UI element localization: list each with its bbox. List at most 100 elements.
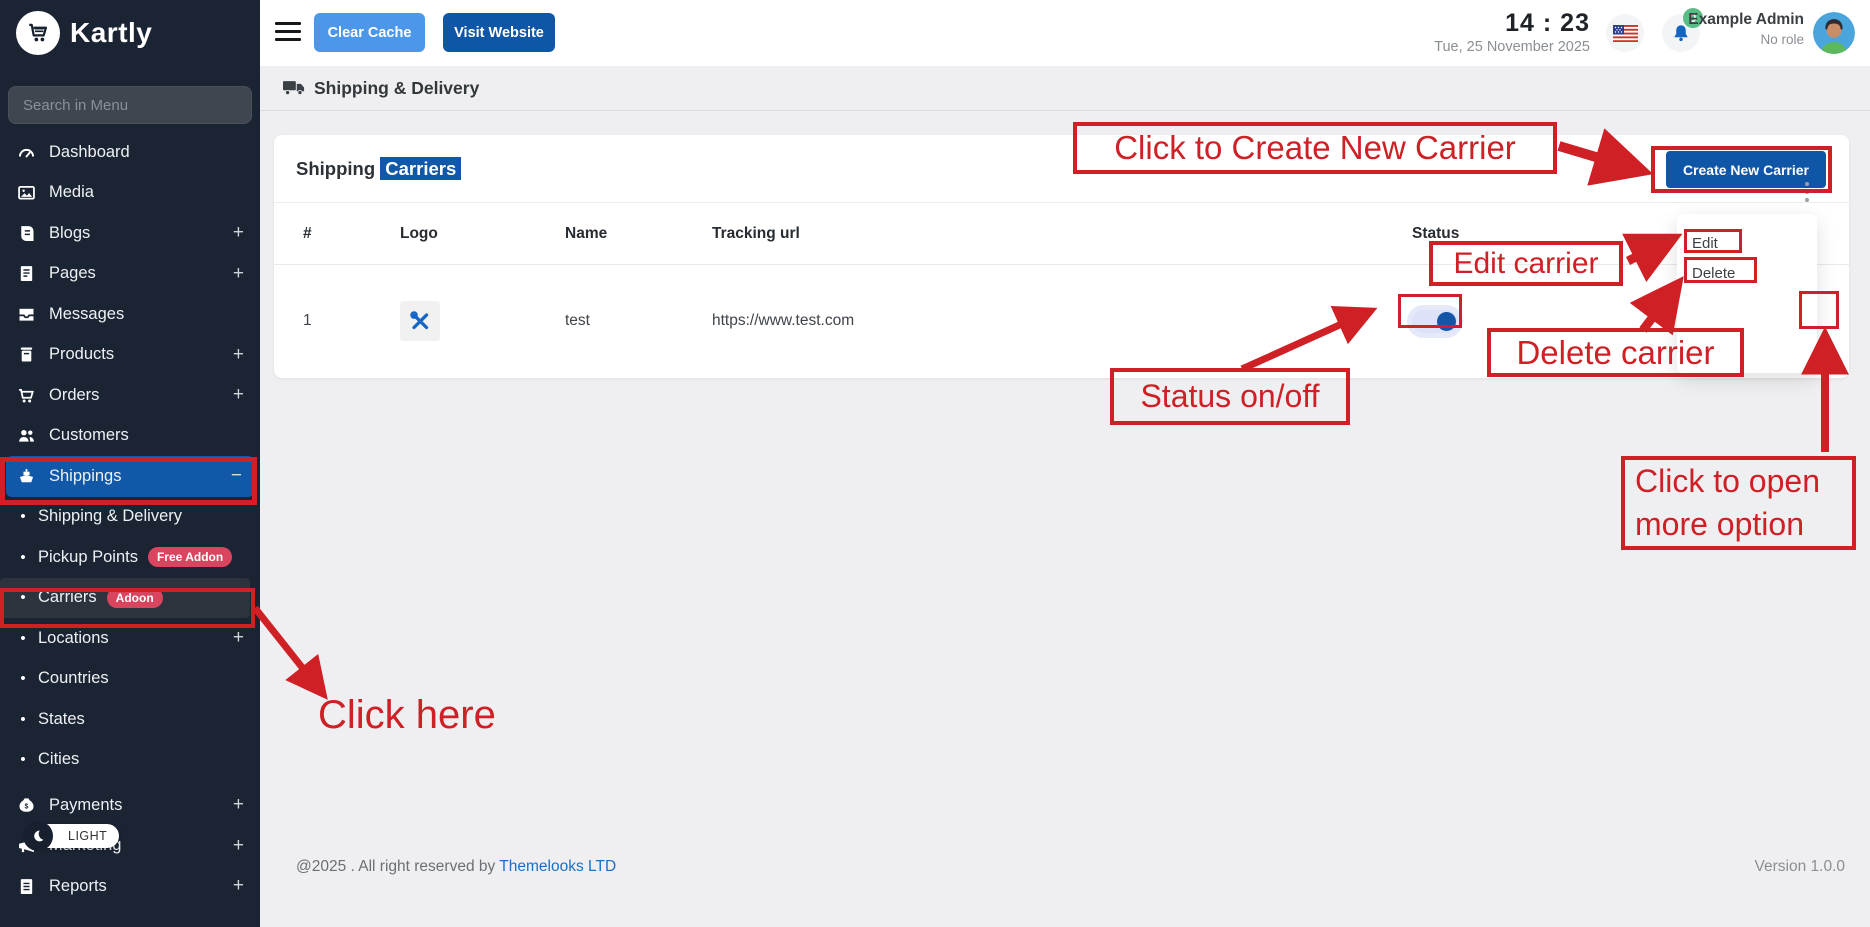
more-options-button[interactable] xyxy=(1798,175,1816,209)
footer: @2025 . All right reserved by Themelooks… xyxy=(296,858,1845,876)
sidebar-item-states[interactable]: • States xyxy=(0,699,260,740)
row-actions-dropdown: EditDelete xyxy=(1677,214,1817,373)
sidebar-item-pickup-points[interactable]: • Pickup Points Free Addon xyxy=(0,537,260,578)
plus-icon[interactable]: + xyxy=(233,222,244,244)
bullet-icon: • xyxy=(16,711,30,728)
carriers-table: #LogoNameTracking urlStatus 1testhttps:/… xyxy=(274,203,1849,377)
row-index: 1 xyxy=(303,312,400,330)
addon-badge: Free Addon xyxy=(148,547,232,567)
sidebar-item-label: Locations xyxy=(38,629,109,648)
sidebar-item-label: Pages xyxy=(49,264,96,283)
sidebar-item-messages[interactable]: Messages xyxy=(0,294,260,335)
sidebar-item-dashboard[interactable]: Dashboard xyxy=(0,132,260,173)
language-selector[interactable] xyxy=(1606,14,1644,52)
sidebar-item-label: Countries xyxy=(38,669,109,688)
plus-icon[interactable]: + xyxy=(233,835,244,857)
sidebar-item-products[interactable]: Products+ xyxy=(0,335,260,376)
bullet-icon: • xyxy=(16,549,30,566)
bullet-icon: • xyxy=(16,630,30,647)
sidebar-item-label: Media xyxy=(49,183,94,202)
sidebar-item-label: Customers xyxy=(49,426,129,445)
clock: 14 : 23 Tue, 25 November 2025 xyxy=(1434,9,1590,55)
sidebar-item-locations[interactable]: • Locations + xyxy=(0,618,260,659)
menu-item-edit[interactable]: Edit xyxy=(1677,228,1817,258)
status-toggle[interactable] xyxy=(1412,310,1458,333)
sidebar-item-shipping-and-delivery[interactable]: • Shipping & Delivery xyxy=(0,497,260,538)
theme-toggle-label: LIGHT xyxy=(68,829,107,843)
time-display: 14 : 23 xyxy=(1434,9,1590,38)
media-icon xyxy=(16,182,37,203)
plus-icon[interactable]: + xyxy=(233,263,244,285)
addon-badge: Adoon xyxy=(107,588,163,608)
tools-icon xyxy=(407,308,433,334)
card-title-highlight: Carriers xyxy=(380,157,461,180)
sidebar-item-media[interactable]: Media xyxy=(0,173,260,214)
theme-toggle[interactable]: LIGHT xyxy=(32,824,119,848)
orders-icon xyxy=(16,385,37,406)
annotation-click-here: Click here xyxy=(318,693,496,738)
moon-icon xyxy=(23,821,53,851)
sidebar-item-label: Orders xyxy=(49,386,99,405)
user-name: Example Admin xyxy=(1688,11,1804,29)
carriers-card: Shipping Carriers Create New Carrier #Lo… xyxy=(274,135,1849,378)
sidebar-item-countries[interactable]: • Countries xyxy=(0,659,260,700)
avatar[interactable] xyxy=(1813,12,1855,54)
svg-text:$: $ xyxy=(25,803,29,810)
user-role: No role xyxy=(1688,32,1804,47)
themelooks-link[interactable]: Themelooks LTD xyxy=(499,858,616,875)
plus-icon[interactable]: + xyxy=(233,384,244,406)
carrier-name: test xyxy=(565,312,712,330)
user-info[interactable]: Example Admin No role xyxy=(1688,11,1804,47)
sidebar: Kartly Dashboard Media Blogs+ Pages + Message… xyxy=(0,0,260,927)
messages-icon xyxy=(16,304,37,325)
visit-website-button[interactable]: Visit Website xyxy=(443,13,555,52)
annotation-more-option: Click to openmore option xyxy=(1621,456,1856,550)
app-name: Kartly xyxy=(70,17,152,49)
us-flag-icon xyxy=(1613,25,1638,42)
plus-icon[interactable]: + xyxy=(233,344,244,366)
date-display: Tue, 25 November 2025 xyxy=(1434,39,1590,55)
toggle-knob xyxy=(1437,312,1456,331)
sidebar-item-cities[interactable]: • Cities xyxy=(0,740,260,781)
column-header-logo: Logo xyxy=(400,225,565,243)
card-header: Shipping Carriers Create New Carrier xyxy=(274,135,1849,203)
bullet-icon: • xyxy=(16,670,30,687)
sidebar-item-customers[interactable]: Customers xyxy=(0,416,260,457)
blogs-icon xyxy=(16,223,37,244)
sidebar-item-label: States xyxy=(38,710,85,729)
column-header-name: Name xyxy=(565,225,712,243)
sidebar-item-orders[interactable]: Orders + xyxy=(0,375,260,416)
sidebar-item-payments[interactable]: $Payments+ xyxy=(0,785,260,826)
sidebar-item-reports[interactable]: Reports + xyxy=(0,866,260,907)
breadcrumb: Shipping & Delivery xyxy=(260,66,1870,111)
plus-icon[interactable]: + xyxy=(233,627,244,649)
sidebar-item-carriers[interactable]: •CarriersAdoon xyxy=(0,578,250,619)
hamburger-menu-icon[interactable] xyxy=(275,22,301,46)
truck-icon xyxy=(283,80,305,96)
sidebar-search-input[interactable] xyxy=(8,86,252,124)
sidebar-item-label: Cities xyxy=(38,750,79,769)
menu-item-delete[interactable]: Delete xyxy=(1677,258,1817,288)
sidebar-item-label: Shipping & Delivery xyxy=(38,507,182,526)
cart-logo-icon xyxy=(16,11,60,55)
products-icon xyxy=(16,344,37,365)
sidebar-nav: Dashboard Media Blogs+ Pages + MessagesProduc… xyxy=(0,132,260,907)
plus-icon[interactable]: + xyxy=(233,875,244,897)
bullet-icon: • xyxy=(16,589,30,606)
app-logo[interactable]: Kartly xyxy=(0,0,260,66)
sidebar-item-blogs[interactable]: Blogs+ xyxy=(0,213,260,254)
dashboard-icon xyxy=(16,142,37,163)
sidebar-item-shippings[interactable]: Shippings− xyxy=(6,456,254,497)
customers-icon xyxy=(16,425,37,446)
plus-icon[interactable]: + xyxy=(233,794,244,816)
sidebar-item-label: Pickup Points xyxy=(38,548,138,567)
minus-icon[interactable]: − xyxy=(231,465,242,487)
clear-cache-button[interactable]: Clear Cache xyxy=(314,13,425,52)
bullet-icon: • xyxy=(16,508,30,525)
sidebar-item-label: Dashboard xyxy=(49,143,130,162)
carrier-tracking-url: https://www.test.com xyxy=(712,312,1412,330)
sidebar-item-label: Reports xyxy=(49,877,107,896)
sidebar-item-pages[interactable]: Pages + xyxy=(0,254,260,295)
bullet-icon: • xyxy=(16,751,30,768)
table-row: 1 testhttps://www.test.com xyxy=(274,265,1849,377)
